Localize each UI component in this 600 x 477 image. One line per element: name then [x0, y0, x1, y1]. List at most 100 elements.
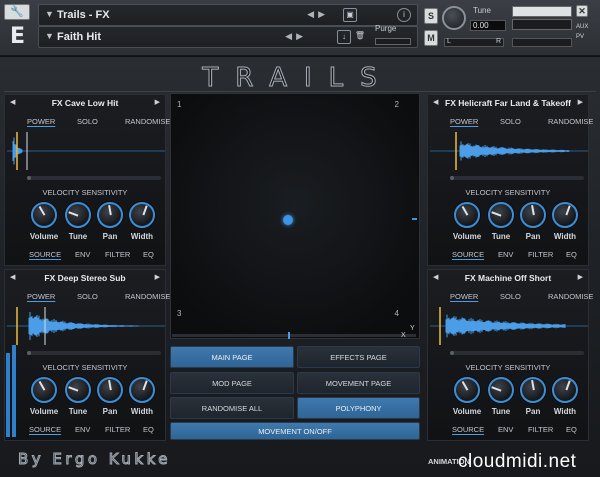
close-icon[interactable]: ✕	[576, 5, 588, 17]
slot-tab-power[interactable]: POWER	[27, 117, 55, 126]
tune-knob[interactable]	[488, 377, 514, 403]
snapshot-nav-arrows[interactable]: ◀▶	[285, 31, 307, 42]
pan-knob[interactable]	[520, 202, 546, 228]
snapshot-arrow-icon[interactable]: ▼	[45, 31, 54, 41]
next-sample-arrow-icon[interactable]: ▶	[155, 98, 160, 106]
movement-page-button[interactable]: MOVEMENT PAGE	[297, 372, 420, 394]
scrollbar-handle[interactable]	[450, 351, 454, 355]
volume-knob[interactable]	[31, 377, 57, 403]
purge-dropdown[interactable]: Purge	[375, 24, 396, 33]
info-icon[interactable]: i	[397, 8, 411, 22]
slot-tab-randomise[interactable]: RANDOMISE	[548, 292, 593, 301]
effects-page-button[interactable]: EFFECTS PAGE	[297, 346, 420, 368]
tune-value[interactable]: 0.00	[470, 20, 506, 31]
tune-knob[interactable]	[442, 6, 466, 30]
instrument-name-bar[interactable]: ▼ Trails - FX ◀▶ ▣ i	[38, 4, 418, 26]
slot-tab-solo[interactable]: SOLO	[77, 292, 98, 301]
xy-pad[interactable]: 1 2 3 4	[170, 93, 420, 339]
polyphony-button[interactable]: POLYPHONY	[297, 397, 420, 419]
waveform-display[interactable]	[7, 306, 165, 346]
waveform-scrollbar[interactable]	[27, 351, 161, 355]
pan-knob[interactable]	[520, 377, 546, 403]
randomise-all-button[interactable]: RANDOMISE ALL	[170, 397, 294, 419]
pan-slider[interactable]: L R	[444, 38, 504, 47]
waveform-display[interactable]	[7, 131, 165, 171]
slot-subtab-env[interactable]: ENV	[498, 425, 513, 434]
mod-page-button[interactable]: MOD PAGE	[170, 372, 294, 394]
camera-icon[interactable]: ▣	[343, 8, 357, 22]
waveform-display[interactable]	[430, 306, 588, 346]
slot-tab-power[interactable]: POWER	[450, 117, 478, 126]
slot-subtab-env[interactable]: ENV	[498, 250, 513, 259]
waveform-scrollbar[interactable]	[450, 351, 584, 355]
sample-name[interactable]: FX Deep Stereo Sub	[5, 273, 165, 283]
mute-button[interactable]: M	[424, 30, 438, 46]
width-knob[interactable]	[129, 377, 155, 403]
slot-subtab-eq[interactable]: EQ	[143, 425, 154, 434]
scrollbar-handle[interactable]	[450, 176, 454, 180]
tune-knob[interactable]	[65, 377, 91, 403]
tune-knob[interactable]	[488, 202, 514, 228]
delete-snapshot-icon[interactable]: 🗑	[353, 30, 367, 44]
y-lock-button[interactable]: Y	[410, 325, 415, 332]
velocity-sensitivity-label[interactable]: VELOCITY SENSITIVITY	[5, 188, 165, 197]
velocity-sensitivity-label[interactable]: VELOCITY SENSITIVITY	[428, 188, 588, 197]
pan-knob[interactable]	[97, 377, 123, 403]
next-sample-arrow-icon[interactable]: ▶	[155, 273, 160, 281]
save-snapshot-icon[interactable]: ↓	[337, 30, 351, 44]
slot-subtab-filter[interactable]: FILTER	[528, 425, 553, 434]
x-lock-button[interactable]: X	[401, 332, 406, 339]
velocity-sensitivity-label[interactable]: VELOCITY SENSITIVITY	[428, 363, 588, 372]
slot-subtab-source[interactable]: SOURCE	[452, 250, 484, 259]
instrument-nav-arrows[interactable]: ◀▶	[307, 9, 329, 20]
slot-tab-solo[interactable]: SOLO	[500, 292, 521, 301]
solo-button[interactable]: S	[424, 8, 438, 24]
scrollbar-handle[interactable]	[27, 351, 31, 355]
sample-name[interactable]: FX Helicraft Far Land & Takeoff	[428, 98, 588, 108]
next-sample-arrow-icon[interactable]: ▶	[578, 98, 583, 106]
width-knob[interactable]	[129, 202, 155, 228]
slot-subtab-eq[interactable]: EQ	[143, 250, 154, 259]
scrollbar-handle[interactable]	[27, 176, 31, 180]
slot-subtab-source[interactable]: SOURCE	[29, 250, 61, 259]
sample-name[interactable]: FX Cave Low Hit	[5, 98, 165, 108]
slot-tab-randomise[interactable]: RANDOMISE	[125, 117, 170, 126]
slot-tab-power[interactable]: POWER	[27, 292, 55, 301]
volume-knob[interactable]	[454, 202, 480, 228]
slot-tab-randomise[interactable]: RANDOMISE	[125, 292, 170, 301]
aux-label[interactable]: AUX	[576, 24, 588, 30]
width-knob[interactable]	[552, 202, 578, 228]
slot-subtab-env[interactable]: ENV	[75, 425, 90, 434]
slot-subtab-filter[interactable]: FILTER	[528, 250, 553, 259]
slot-subtab-source[interactable]: SOURCE	[452, 425, 484, 434]
slot-tab-solo[interactable]: SOLO	[77, 117, 98, 126]
pv-label[interactable]: PV	[576, 34, 584, 40]
waveform-scrollbar[interactable]	[27, 176, 161, 180]
slot-tab-power[interactable]: POWER	[450, 292, 478, 301]
volume-knob[interactable]	[454, 377, 480, 403]
slot-subtab-eq[interactable]: EQ	[566, 250, 577, 259]
velocity-sensitivity-label[interactable]: VELOCITY SENSITIVITY	[5, 363, 165, 372]
pan-knob[interactable]	[97, 202, 123, 228]
volume-slider[interactable]	[512, 38, 572, 47]
waveform-display[interactable]	[430, 131, 588, 171]
slot-subtab-source[interactable]: SOURCE	[29, 425, 61, 434]
wrench-icon[interactable]: 🔧	[4, 4, 30, 20]
waveform-scrollbar[interactable]	[450, 176, 584, 180]
x-position-slider[interactable]	[172, 332, 416, 339]
sample-name[interactable]: FX Machine Off Short	[428, 273, 588, 283]
next-sample-arrow-icon[interactable]: ▶	[578, 273, 583, 281]
tune-knob[interactable]	[65, 202, 91, 228]
xy-position-dot[interactable]	[283, 215, 293, 225]
slot-subtab-filter[interactable]: FILTER	[105, 250, 130, 259]
slot-subtab-env[interactable]: ENV	[75, 250, 90, 259]
x-position-marker[interactable]	[288, 332, 290, 339]
volume-knob[interactable]	[31, 202, 57, 228]
slot-subtab-filter[interactable]: FILTER	[105, 425, 130, 434]
slot-tab-solo[interactable]: SOLO	[500, 117, 521, 126]
slot-tab-randomise[interactable]: RANDOMISE	[548, 117, 593, 126]
main-page-button[interactable]: MAIN PAGE	[170, 346, 294, 368]
snapshot-bar[interactable]: ▼ Faith Hit ◀▶ ↓ 🗑	[38, 26, 418, 48]
movement-onoff-button[interactable]: MOVEMENT ON/OFF	[170, 422, 420, 440]
width-knob[interactable]	[552, 377, 578, 403]
